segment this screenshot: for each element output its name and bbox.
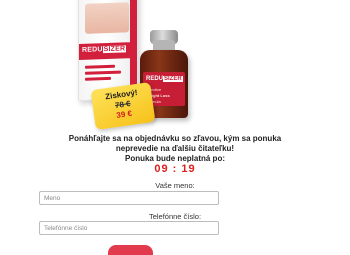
order-button[interactable] (108, 245, 153, 255)
phone-label: Telefónne číslo: (148, 212, 202, 221)
phone-input[interactable] (39, 221, 219, 235)
name-input[interactable] (39, 191, 219, 205)
box-photo (85, 2, 129, 34)
name-label: Vaše meno: (155, 181, 195, 190)
price-sticker: Ziskový! 78 € 39 € (90, 82, 156, 130)
product-hero: REDUSIZER REDUSIZER Effective Weight Los… (0, 0, 350, 130)
bottle-brand-logo: REDUSIZER (146, 76, 183, 82)
countdown-timer: 09 : 19 (154, 163, 196, 175)
box-text-line (85, 76, 111, 81)
promo-line-2: neprevedie na ďalšiu čitateľku! (115, 144, 235, 153)
box-text-line (85, 70, 121, 75)
promo-line-1: Ponáhľajte sa na objednávku so zľavou, k… (68, 134, 282, 143)
box-text-line (85, 64, 115, 69)
promo-line-3: Ponuka bude neplatná po: (124, 154, 225, 163)
